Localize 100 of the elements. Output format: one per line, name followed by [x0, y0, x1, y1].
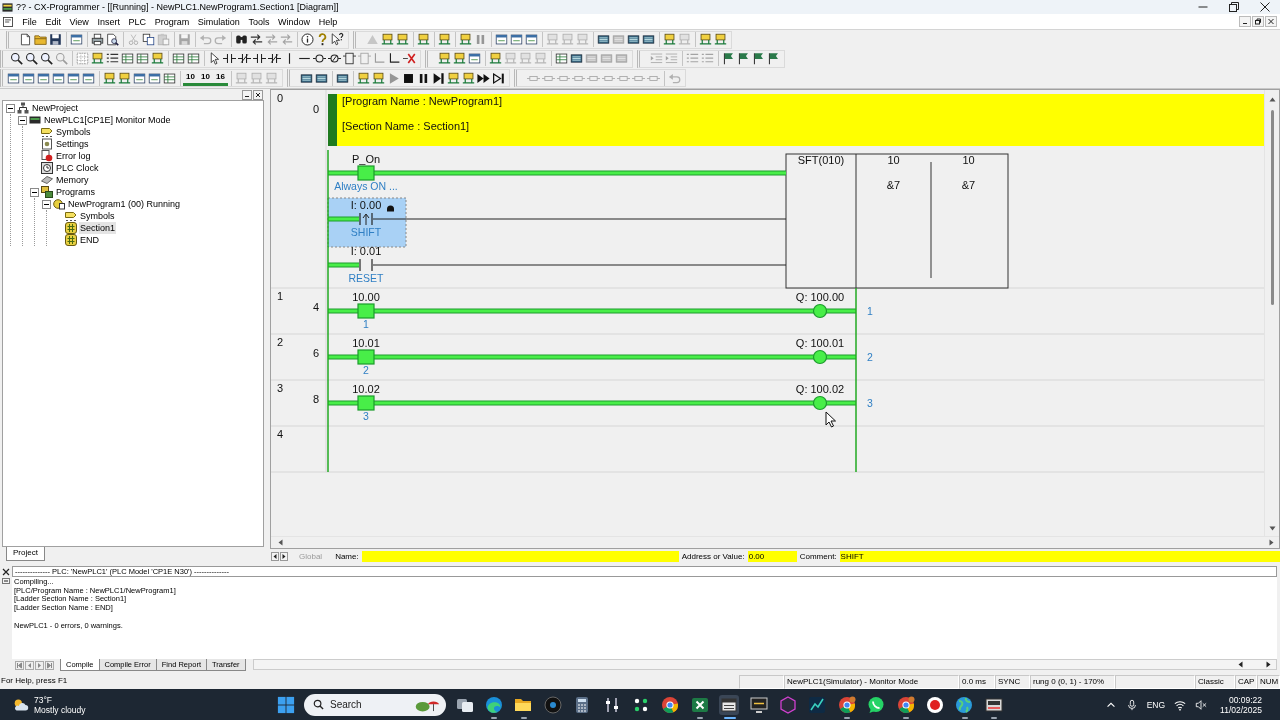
scroll-up-icon[interactable] [1267, 95, 1277, 104]
menu-item[interactable]: Tools [244, 16, 274, 27]
menu-item[interactable]: Simulation [193, 16, 245, 27]
page-icon[interactable] [18, 32, 33, 48]
device-icon[interactable] [446, 70, 461, 86]
window-icon[interactable] [36, 70, 51, 86]
device-icon[interactable] [380, 32, 395, 48]
collapse-toggle[interactable] [42, 199, 51, 209]
pin-icon[interactable] [2, 577, 10, 585]
menu-item[interactable]: Insert [93, 16, 125, 27]
scrollbar-thumb[interactable] [1270, 110, 1274, 305]
colored-ring-icon[interactable] [895, 694, 916, 715]
microphone-icon[interactable] [1125, 698, 1138, 711]
zoom-icon[interactable] [39, 51, 54, 67]
tree-item[interactable]: Symbols [79, 210, 116, 222]
minimize-icon[interactable] [242, 89, 252, 100]
window-icon[interactable] [467, 51, 482, 67]
zoom-icon[interactable] [24, 51, 39, 67]
menu-item[interactable]: PLC [124, 16, 151, 27]
restore-icon[interactable] [1252, 16, 1264, 27]
collapse-toggle[interactable] [18, 115, 27, 125]
weather-text[interactable]: Mostly cloudy [34, 704, 86, 715]
menu-item[interactable]: View [65, 16, 94, 27]
info-icon[interactable] [300, 32, 315, 48]
horizontal-scrollbar[interactable] [252, 659, 1277, 670]
colored-ring-icon[interactable] [660, 694, 681, 715]
document-icon[interactable] [3, 16, 13, 27]
window-icon[interactable] [21, 70, 36, 86]
record-icon[interactable] [924, 694, 945, 715]
device-icon[interactable] [437, 51, 452, 67]
table-icon[interactable] [554, 51, 569, 67]
monitor-icon[interactable] [748, 694, 769, 715]
device-icon[interactable] [371, 70, 386, 86]
arrows-icon[interactable] [249, 32, 264, 48]
menu-item[interactable]: Window [273, 16, 315, 27]
tree-item[interactable]: Memory [55, 174, 90, 186]
window-icon[interactable] [509, 32, 524, 48]
device-icon[interactable] [437, 32, 452, 48]
table-icon[interactable] [171, 51, 186, 67]
flag-icon[interactable] [766, 51, 781, 67]
instruction-icon[interactable] [342, 51, 357, 67]
device-icon[interactable] [698, 32, 713, 48]
speaker-muted-icon[interactable] [1195, 698, 1208, 711]
copy-icon[interactable] [141, 32, 156, 48]
tree-item[interactable]: NewProject [31, 102, 79, 114]
window-icon[interactable] [81, 70, 96, 86]
tree-item[interactable]: Programs [55, 186, 96, 198]
window-icon[interactable] [132, 70, 147, 86]
menu-item[interactable]: File [18, 16, 42, 27]
menu-item[interactable]: Edit [41, 16, 66, 27]
device-icon[interactable] [90, 51, 105, 67]
device-icon[interactable] [416, 32, 431, 48]
device-icon[interactable] [488, 51, 503, 67]
window-icon[interactable] [494, 32, 509, 48]
tree-item[interactable]: END [79, 234, 100, 246]
table-icon[interactable] [186, 51, 201, 67]
collapse-toggle[interactable] [30, 187, 39, 197]
print-preview-icon[interactable] [105, 32, 120, 48]
comment-field[interactable]: SHIFT [839, 550, 1280, 562]
save-icon[interactable] [48, 32, 63, 48]
table-icon[interactable] [135, 51, 150, 67]
table-icon[interactable] [162, 70, 177, 86]
colored-ring-icon[interactable] [836, 694, 857, 715]
device-icon[interactable] [356, 70, 371, 86]
skip-end-icon[interactable] [491, 70, 506, 86]
tree-item[interactable]: Symbols [55, 126, 92, 138]
collapse-toggle[interactable] [6, 103, 15, 113]
device-icon[interactable] [461, 70, 476, 86]
device-icon[interactable] [117, 70, 132, 86]
search-box[interactable]: Search [304, 693, 446, 716]
flag-icon[interactable] [751, 51, 766, 67]
table-icon[interactable] [120, 51, 135, 67]
tree-item[interactable]: Section1 [79, 222, 117, 234]
printer-icon[interactable] [90, 32, 105, 48]
scroll-down-icon[interactable] [1267, 524, 1277, 533]
previous-icon[interactable] [271, 551, 279, 561]
device-icon[interactable] [395, 32, 410, 48]
zoom-icon[interactable] [9, 51, 24, 67]
menu-item[interactable]: Help [314, 16, 342, 27]
name-field[interactable] [361, 550, 679, 562]
device-icon[interactable] [458, 32, 473, 48]
device-icon[interactable] [150, 51, 165, 67]
step-icon[interactable] [431, 70, 446, 86]
restore-icon[interactable] [1228, 2, 1239, 12]
minimize-icon[interactable] [1239, 16, 1251, 27]
help-pointer-icon[interactable] [330, 32, 345, 48]
number-format-button[interactable]: 10 [198, 70, 213, 87]
tree-item[interactable]: Settings [55, 138, 90, 150]
tree-item[interactable]: Error log [55, 150, 92, 162]
device-icon[interactable] [452, 51, 467, 67]
device-icon[interactable] [662, 32, 677, 48]
close-icon[interactable] [2, 568, 10, 576]
wifi-icon[interactable] [1174, 698, 1187, 711]
window-icon[interactable] [524, 32, 539, 48]
clock-time[interactable]: 00:09:22 [1228, 694, 1262, 705]
chart-icon[interactable] [807, 694, 828, 715]
window-icon[interactable] [719, 694, 740, 715]
language-indicator[interactable]: ENG [1146, 699, 1166, 710]
dark-circle-icon[interactable] [542, 694, 563, 715]
panel-tab[interactable]: Project [6, 547, 45, 561]
